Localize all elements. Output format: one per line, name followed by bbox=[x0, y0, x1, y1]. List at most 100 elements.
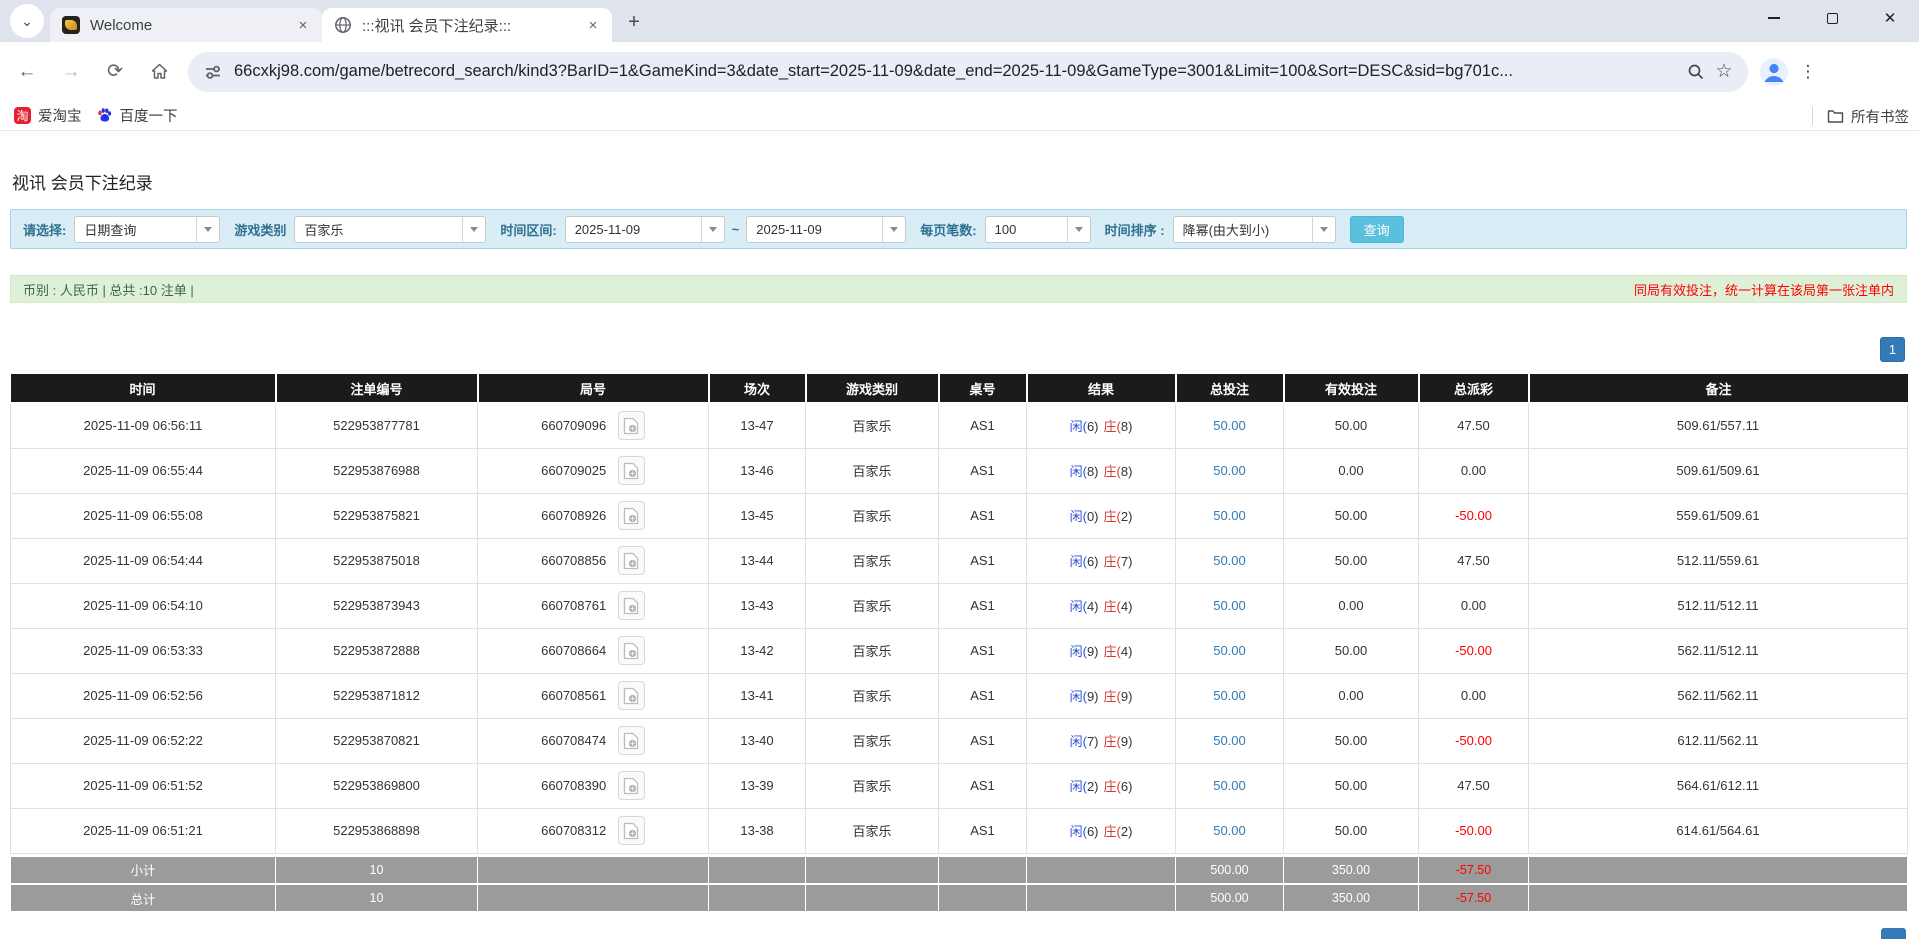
cell-game: 百家乐 bbox=[806, 808, 939, 853]
cell-total-bet[interactable]: 50.00 bbox=[1176, 538, 1284, 583]
bookmark-baidu[interactable]: 百度一下 bbox=[96, 105, 178, 126]
cell-total-bet[interactable]: 50.00 bbox=[1176, 403, 1284, 448]
summary-bar: 币别 : 人民币 | 总共 :10 注单 | 同局有效投注，统一计算在该局第一张… bbox=[10, 275, 1907, 303]
chevron-down-icon bbox=[1067, 217, 1090, 242]
replay-video-button[interactable] bbox=[618, 726, 645, 755]
tab-betrecord[interactable]: :::视讯 会员下注纪录::: × bbox=[322, 8, 612, 42]
replay-video-button[interactable] bbox=[618, 681, 645, 710]
cell-result: 闲(0)庄(2) bbox=[1027, 493, 1176, 538]
select-label: 请选择: bbox=[23, 220, 66, 239]
folder-icon bbox=[1827, 109, 1844, 124]
chevron-down-icon: ⌄ bbox=[21, 13, 33, 30]
page-1-button-bottom[interactable] bbox=[1881, 928, 1906, 939]
cell-bet-id: 522953871812 bbox=[276, 673, 478, 718]
result-banker: 庄(2) bbox=[1104, 821, 1133, 840]
bookmark-taobao[interactable]: 淘 爱淘宝 bbox=[14, 105, 82, 126]
cell-total-bet[interactable]: 50.00 bbox=[1176, 628, 1284, 673]
home-button[interactable] bbox=[142, 55, 176, 89]
sort-label: 时间排序 : bbox=[1105, 220, 1165, 239]
cell-total-bet[interactable]: 50.00 bbox=[1176, 583, 1284, 628]
cell-total-bet[interactable]: 50.00 bbox=[1176, 448, 1284, 493]
site-settings-icon[interactable] bbox=[202, 61, 224, 83]
cell-total-bet[interactable]: 50.00 bbox=[1176, 763, 1284, 808]
profile-button[interactable] bbox=[1758, 56, 1790, 88]
close-button[interactable]: ✕ bbox=[1861, 0, 1919, 36]
page-1-button[interactable]: 1 bbox=[1880, 337, 1905, 362]
replay-video-button[interactable] bbox=[618, 456, 645, 485]
cell-valid-bet: 50.00 bbox=[1284, 628, 1419, 673]
cell-payout: -50.00 bbox=[1419, 493, 1529, 538]
cell-total-bet[interactable]: 50.00 bbox=[1176, 808, 1284, 853]
replay-video-button[interactable] bbox=[618, 816, 645, 845]
tab-close-icon[interactable]: × bbox=[584, 16, 602, 34]
cell-payout: -50.00 bbox=[1419, 718, 1529, 763]
replay-video-button[interactable] bbox=[618, 771, 645, 800]
game-type-select[interactable]: 百家乐 bbox=[294, 216, 486, 243]
cell-table: AS1 bbox=[939, 628, 1027, 673]
new-tab-button[interactable]: + bbox=[620, 8, 648, 36]
cell-session: 13-47 bbox=[709, 403, 806, 448]
replay-video-button[interactable] bbox=[618, 411, 645, 440]
table-row: 2025-11-09 06:52:22 522953870821 6607084… bbox=[11, 718, 1908, 763]
bet-records-table: 时间 注单编号 局号 场次 游戏类别 桌号 结果 总投注 有效投注 总派彩 备注… bbox=[10, 374, 1908, 913]
cell-session: 13-45 bbox=[709, 493, 806, 538]
cell-valid-bet: 0.00 bbox=[1284, 583, 1419, 628]
col-round: 局号 bbox=[478, 374, 709, 403]
cell-time: 2025-11-09 06:54:44 bbox=[11, 538, 276, 583]
cell-time: 2025-11-09 06:56:11 bbox=[11, 403, 276, 448]
replay-video-button[interactable] bbox=[618, 501, 645, 530]
cell-total-bet[interactable]: 50.00 bbox=[1176, 493, 1284, 538]
cell-result: 闲(6) 庄(2) bbox=[1027, 808, 1176, 853]
pagination-row: 1 bbox=[10, 337, 1907, 362]
cell-result: 闲(8)庄(8) bbox=[1027, 448, 1176, 493]
reload-button[interactable]: ⟳ bbox=[98, 55, 132, 89]
cell-valid-bet: 50.00 bbox=[1284, 763, 1419, 808]
result-player: 闲(6) bbox=[1070, 821, 1099, 840]
replay-video-button[interactable] bbox=[618, 591, 645, 620]
cell-note: 559.61/509.61 bbox=[1529, 493, 1908, 538]
minimize-button[interactable] bbox=[1745, 0, 1803, 36]
tab-close-icon[interactable]: × bbox=[294, 16, 312, 34]
col-valid-bet: 有效投注 bbox=[1284, 374, 1419, 403]
replay-video-button[interactable] bbox=[618, 636, 645, 665]
page-title: 视讯 会员下注纪录 bbox=[12, 169, 1919, 194]
cell-table: AS1 bbox=[939, 718, 1027, 763]
cell-result: 闲(6)庄(8) bbox=[1027, 403, 1176, 448]
address-bar[interactable]: 66cxkj98.com/game/betrecord_search/kind3… bbox=[188, 52, 1748, 92]
maximize-button[interactable] bbox=[1803, 0, 1861, 36]
date-end-select[interactable]: 2025-11-09 bbox=[746, 216, 906, 243]
result-player: 闲(6) bbox=[1070, 416, 1099, 435]
back-button[interactable]: ← bbox=[10, 55, 44, 89]
cell-session: 13-46 bbox=[709, 448, 806, 493]
tab-search-button[interactable]: ⌄ bbox=[10, 4, 44, 38]
cell-total-bet[interactable]: 50.00 bbox=[1176, 673, 1284, 718]
cell-note: 509.61/557.11 bbox=[1529, 403, 1908, 448]
tab-welcome[interactable]: Welcome × bbox=[50, 8, 322, 42]
zoom-button[interactable] bbox=[1682, 58, 1710, 86]
tab-strip: ⌄ Welcome × :::视讯 会员下注纪录::: × + ✕ bbox=[0, 0, 1919, 42]
browser-menu-button[interactable]: ⋮ bbox=[1796, 56, 1820, 88]
all-bookmarks-button[interactable]: 所有书签 bbox=[1812, 101, 1909, 131]
cell-game: 百家乐 bbox=[806, 538, 939, 583]
cell-session: 13-39 bbox=[709, 763, 806, 808]
cell-payout: 0.00 bbox=[1419, 673, 1529, 718]
sort-select[interactable]: 降幂(由大到小) bbox=[1173, 216, 1336, 243]
replay-video-button[interactable] bbox=[618, 546, 645, 575]
cell-note: 512.11/559.61 bbox=[1529, 538, 1908, 583]
cell-payout: -50.00 bbox=[1419, 628, 1529, 673]
forward-button[interactable]: → bbox=[54, 55, 88, 89]
cell-valid-bet: 50.00 bbox=[1284, 718, 1419, 763]
cell-total-bet[interactable]: 50.00 bbox=[1176, 718, 1284, 763]
search-button[interactable]: 查询 bbox=[1350, 216, 1404, 243]
home-icon bbox=[150, 62, 169, 81]
date-start-select[interactable]: 2025-11-09 bbox=[565, 216, 725, 243]
query-type-select[interactable]: 日期查询 bbox=[74, 216, 220, 243]
result-banker: 庄(6) bbox=[1104, 776, 1133, 795]
filter-bar: 请选择: 日期查询 游戏类别 百家乐 时间区间: 2025-11-09 ~ 20… bbox=[10, 209, 1907, 249]
video-record-icon bbox=[623, 687, 639, 705]
cell-result: 闲(6)庄(7) bbox=[1027, 538, 1176, 583]
bookmark-star-icon[interactable]: ☆ bbox=[1710, 58, 1738, 86]
cell-note: 512.11/512.11 bbox=[1529, 583, 1908, 628]
url-text[interactable]: 66cxkj98.com/game/betrecord_search/kind3… bbox=[234, 62, 1682, 81]
page-size-select[interactable]: 100 bbox=[985, 216, 1091, 243]
